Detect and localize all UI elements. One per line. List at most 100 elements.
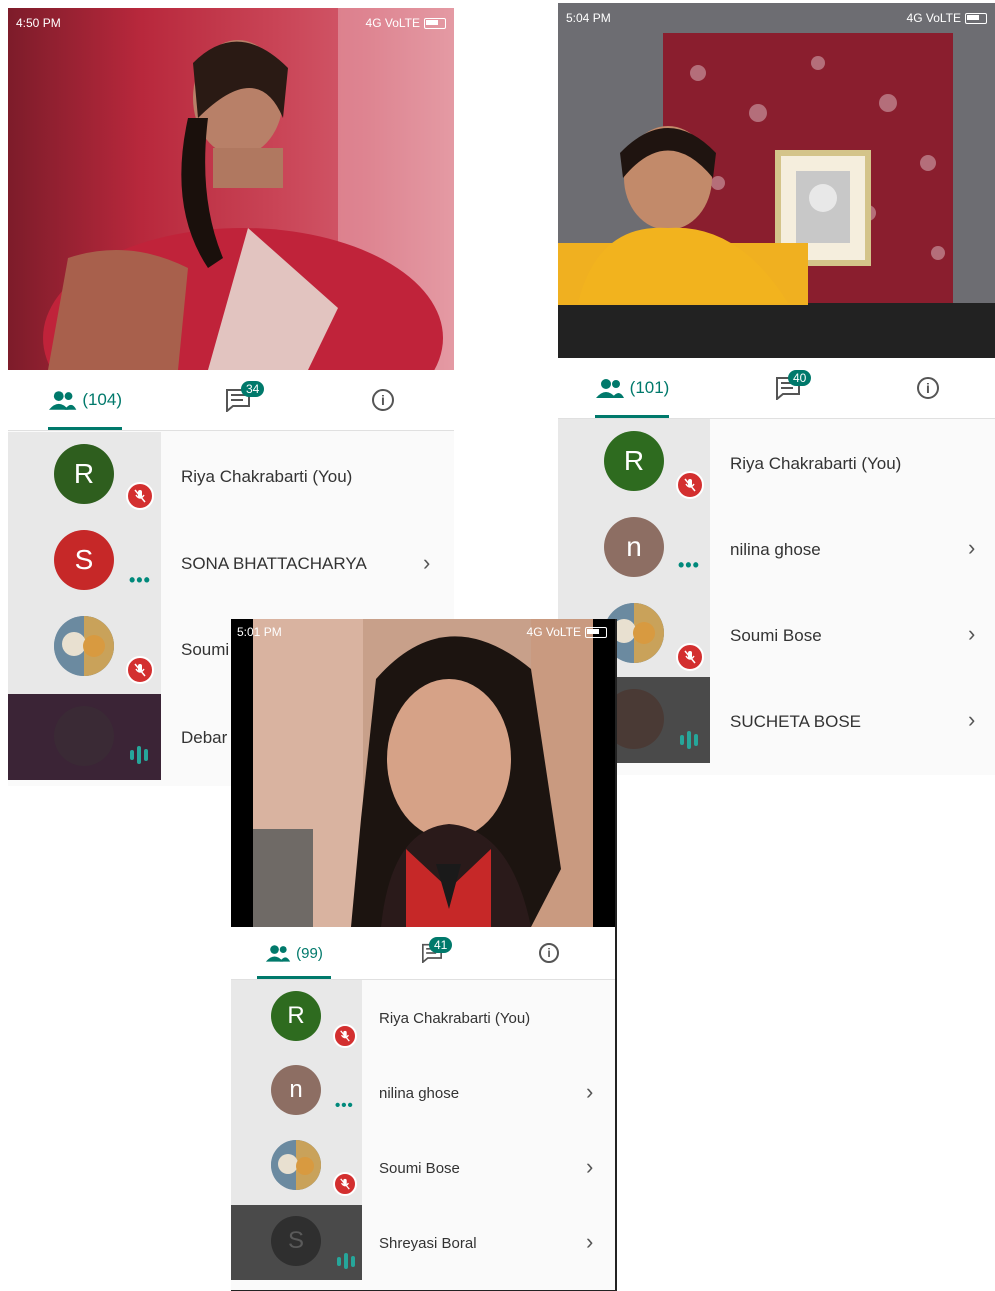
people-count: (101) (629, 378, 670, 397)
status-bar: 4:50 PM 4G VoLTE (16, 16, 446, 32)
participant-row[interactable]: R Riya Chakrabarti (You) (8, 432, 454, 520)
participant-row[interactable]: R Riya Chakrabarti (You) (558, 419, 995, 505)
battery-icon (424, 18, 446, 30)
more-dots-icon: ••• (335, 1097, 354, 1114)
participant-name: SUCHETA BOSE (730, 712, 861, 731)
status-time: 4:50 PM (16, 16, 61, 30)
video-scene (558, 3, 995, 358)
people-count: (99) (296, 944, 323, 962)
status-time: 5:01 PM (237, 625, 282, 639)
tab-info[interactable]: i (529, 927, 569, 979)
participant-name: Soumi Bose (379, 1160, 460, 1177)
participant-row[interactable]: S Shreyasi Boral › (231, 1205, 615, 1280)
more-dots-icon: ••• (678, 555, 700, 575)
status-bar: 5:04 PM 4G VoLTE (566, 11, 987, 27)
participant-row[interactable]: Soumi Bose › (558, 591, 995, 677)
mic-off-icon (333, 1024, 357, 1048)
participant-row[interactable]: SUCHETA BOSE › (558, 677, 995, 763)
audio-level-icon (337, 1253, 355, 1269)
tab-chat[interactable]: 34 (208, 370, 268, 430)
chevron-right-icon[interactable]: › (968, 535, 975, 561)
avatar-image (54, 706, 114, 766)
participant-list: R Riya Chakrabarti (You) n ••• nilina gh… (558, 419, 995, 763)
avatar-image (54, 616, 114, 676)
network-label: 4G VoLTE (365, 16, 420, 30)
avatar: n (271, 1065, 321, 1115)
status-network: 4G VoLTE (907, 11, 987, 25)
video-scene (231, 619, 615, 927)
avatar-initial: n (289, 1076, 303, 1103)
tab-info[interactable]: i (908, 358, 948, 418)
people-icon (266, 945, 291, 962)
chevron-right-icon[interactable]: › (968, 621, 975, 647)
tab-chat[interactable]: 41 (407, 927, 457, 979)
participant-name: nilina ghose (730, 540, 821, 559)
participant-name: nilina ghose (379, 1085, 460, 1102)
avatar-image (271, 1140, 321, 1190)
participant-row[interactable]: n ••• nilina ghose › (231, 1055, 615, 1130)
avatar-initial: S (74, 544, 94, 575)
screenshot-3: 5:01 PM 4G VoLTE (99) 41 i R Riya Chakra… (231, 619, 617, 1291)
chat-badge: 41 (429, 937, 453, 953)
chevron-right-icon[interactable]: › (586, 1079, 593, 1105)
video-feed: 5:04 PM 4G VoLTE (558, 3, 995, 358)
screenshot-2: 5:04 PM 4G VoLTE (101) 40 i R Riya Chakr… (558, 3, 995, 775)
video-scene (43, 8, 454, 370)
avatar: R (54, 444, 114, 504)
mic-off-icon (126, 656, 154, 684)
info-icon: i (372, 389, 394, 411)
video-feed: 4:50 PM 4G VoLTE (8, 8, 454, 370)
participant-name: Debar (181, 728, 228, 747)
chevron-right-icon[interactable]: › (423, 550, 430, 576)
chevron-right-icon[interactable]: › (968, 707, 975, 733)
participant-row[interactable]: S ••• SONA BHATTACHARYA › (8, 520, 454, 608)
participant-row[interactable]: Soumi Bose › (231, 1130, 615, 1205)
people-icon (595, 379, 624, 398)
avatar-initial: S (287, 1227, 304, 1254)
participant-name: Soumi Bose (730, 626, 822, 645)
participant-name: Soumi (181, 640, 230, 659)
audio-level-icon (130, 746, 148, 764)
avatar-initial: R (623, 445, 645, 476)
avatar: R (271, 991, 321, 1041)
people-icon (48, 391, 77, 410)
battery-icon (965, 13, 987, 25)
participant-name: Riya Chakrabarti (You) (181, 467, 353, 486)
tab-people[interactable]: (101) (594, 358, 670, 418)
people-count: (104) (82, 390, 122, 409)
tab-info[interactable]: i (363, 370, 403, 430)
network-label: 4G VoLTE (906, 11, 961, 25)
participant-name: Shreyasi Boral (379, 1235, 477, 1252)
avatar: R (604, 431, 664, 491)
video-feed: 5:01 PM 4G VoLTE (231, 619, 615, 927)
tab-chat[interactable]: 40 (758, 358, 818, 418)
audio-level-icon (680, 731, 698, 749)
chat-badge: 34 (241, 381, 265, 397)
avatar: S (271, 1216, 321, 1266)
participant-row[interactable]: R Riya Chakrabarti (You) (231, 980, 615, 1055)
participant-row[interactable]: n ••• nilina ghose › (558, 505, 995, 591)
mic-off-icon (333, 1172, 357, 1196)
avatar: S (54, 530, 114, 590)
info-icon: i (917, 377, 939, 399)
avatar-initial: R (287, 1002, 305, 1029)
chat-badge: 40 (788, 370, 812, 386)
tab-bar: (99) 41 i (231, 927, 615, 980)
info-icon: i (539, 943, 559, 963)
status-bar: 5:01 PM 4G VoLTE (237, 625, 607, 641)
participant-name: SONA BHATTACHARYA (181, 554, 367, 573)
mic-off-icon (126, 482, 154, 510)
tab-people[interactable]: (104) (48, 370, 122, 430)
chevron-right-icon[interactable]: › (586, 1154, 593, 1180)
status-time: 5:04 PM (566, 11, 611, 25)
battery-icon (585, 627, 607, 639)
avatar-initial: R (73, 458, 95, 489)
tab-bar: (101) 40 i (558, 358, 995, 419)
mic-off-icon (676, 471, 704, 499)
tab-people[interactable]: (99) (261, 927, 327, 979)
network-label: 4G VoLTE (526, 625, 581, 639)
tab-bar: (104) 34 i (8, 370, 454, 431)
participant-list: R Riya Chakrabarti (You) n ••• nilina gh… (231, 980, 615, 1280)
participant-name: Riya Chakrabarti (You) (379, 1010, 531, 1027)
chevron-right-icon[interactable]: › (586, 1229, 593, 1255)
